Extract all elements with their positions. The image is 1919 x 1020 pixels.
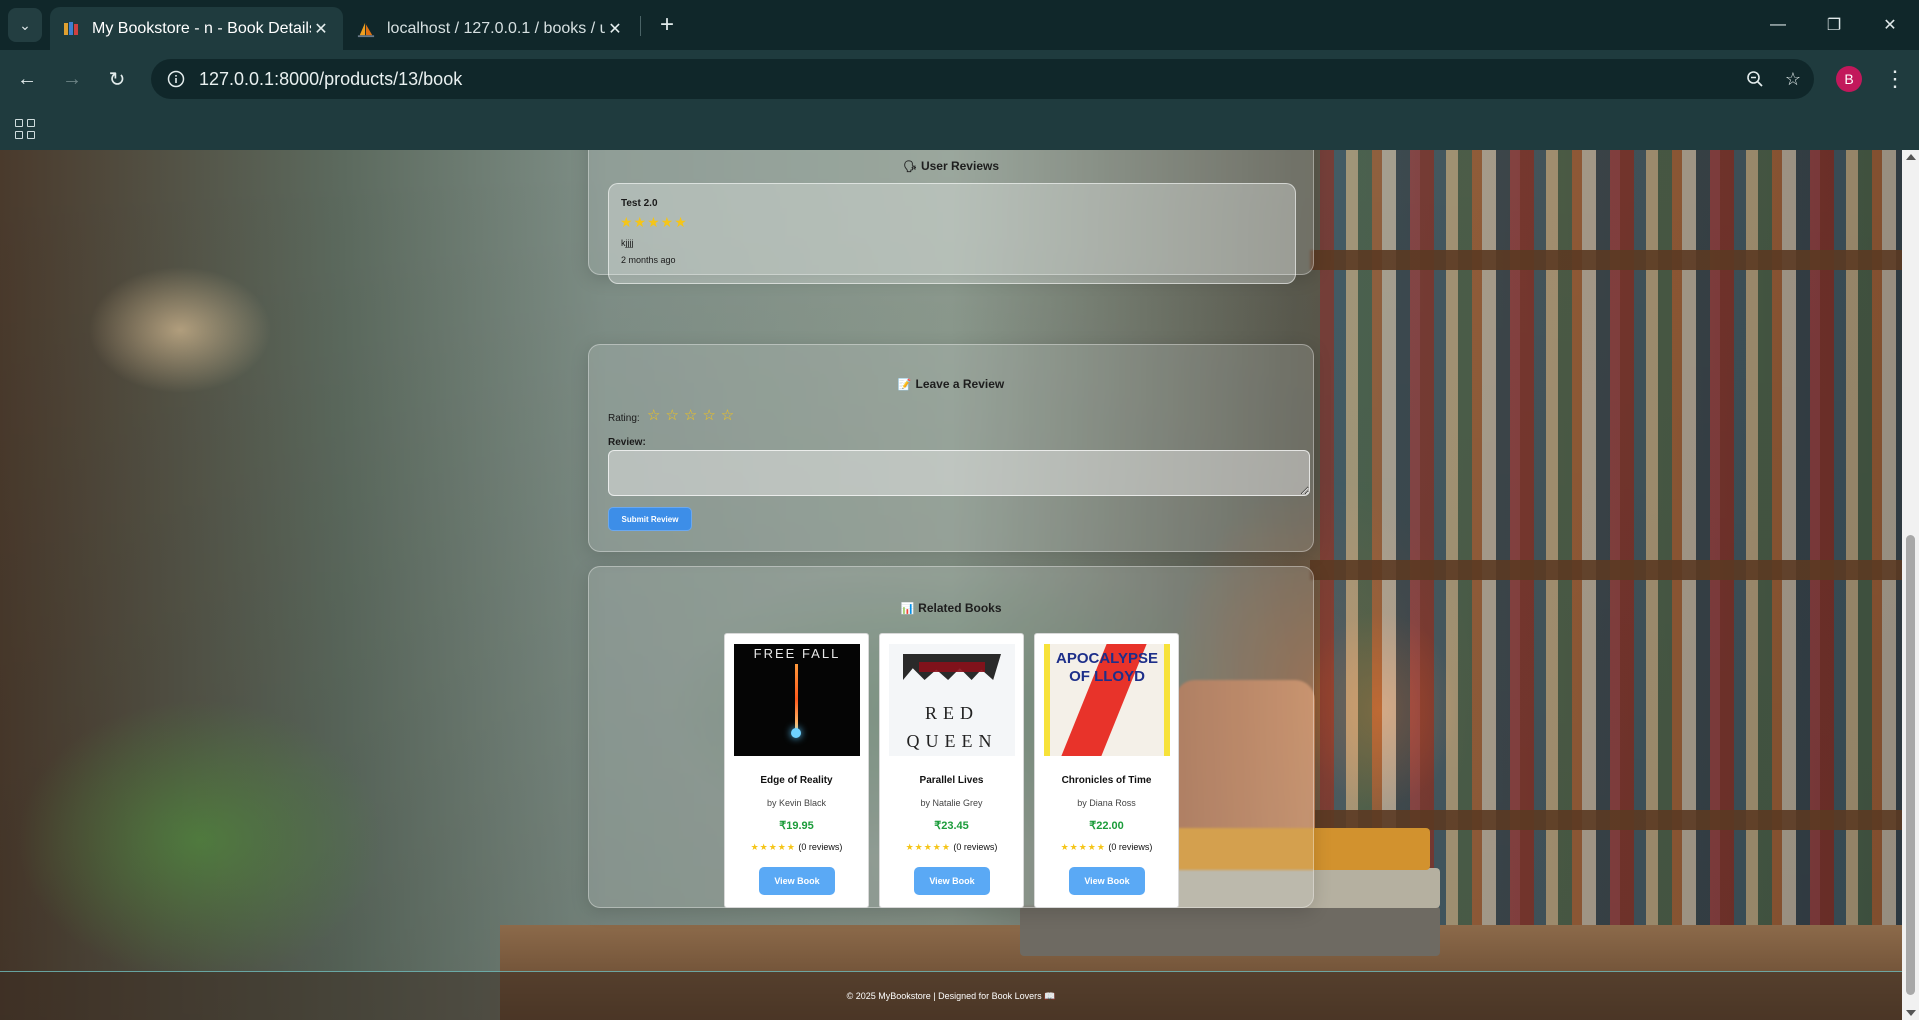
review-username: Test 2.0 (621, 198, 658, 209)
scroll-down-icon[interactable] (1906, 1010, 1916, 1016)
book-author: by Natalie Grey (920, 798, 983, 808)
book-card[interactable]: RED QUEEN Parallel Lives by Natalie Grey… (879, 633, 1024, 908)
view-book-button[interactable]: View Book (1069, 867, 1145, 895)
site-info-icon[interactable] (163, 66, 189, 92)
book-author: by Diana Ross (1077, 798, 1136, 808)
minimize-icon: — (1770, 16, 1786, 33)
close-icon[interactable]: ✕ (311, 19, 331, 39)
book-cover-image[interactable]: FREE FALL (734, 644, 860, 756)
tab-phpmyadmin[interactable]: localhost / 127.0.0.1 / books / u ✕ (345, 7, 637, 50)
arrow-right-icon: → (62, 67, 82, 90)
book-cover-image[interactable]: APOCALYPSE OF LLOYD (1044, 644, 1170, 756)
book-price: ₹23.45 (934, 820, 969, 832)
review-rating-stars: ★★★★★ (620, 214, 688, 230)
chevron-down-icon: ⌄ (19, 16, 31, 33)
scroll-up-icon[interactable] (1906, 154, 1916, 160)
bookmark-star-icon[interactable]: ☆ (1776, 62, 1810, 96)
leave-review-section: 📝 Leave a Review Rating: ☆☆☆☆☆ Review: Su… (588, 344, 1314, 552)
book-rating: ★★★★★ (0 reviews) (1035, 842, 1178, 853)
cover-text: APOCALYPSE OF LLOYD (1056, 650, 1158, 685)
book-title: Edge of Reality (760, 775, 833, 786)
phpmyadmin-sail-icon (357, 20, 375, 38)
review-count: (0 reviews) (1108, 842, 1153, 852)
window-close-button[interactable]: ✕ (1862, 0, 1918, 50)
review-count: (0 reviews) (953, 842, 998, 852)
reload-button[interactable]: ↻ (100, 62, 134, 96)
cover-text: FREE FALL (753, 646, 841, 661)
tab-title: My Bookstore - n - Book Details (92, 19, 311, 37)
speaking-head-icon: 🗣 (902, 161, 917, 173)
close-icon: ✕ (1883, 17, 1897, 34)
bar-chart-icon: 📊 (900, 603, 915, 615)
footer-text: © 2025 MyBookstore | Designed for Book L… (846, 990, 1056, 1001)
page-scrollbar[interactable] (1902, 150, 1919, 1020)
section-title: 📊 Related Books (900, 601, 1002, 615)
forward-button[interactable]: → (55, 62, 89, 96)
book-cover-image[interactable]: RED QUEEN (889, 644, 1015, 756)
tab-bookstore[interactable]: My Bookstore - n - Book Details ✕ (50, 7, 343, 50)
submit-review-button[interactable]: Submit Review (608, 507, 692, 531)
rating-label: Rating: (608, 413, 640, 424)
rating-stars: ★★★★★ (1060, 842, 1106, 852)
related-books-section: 📊 Related Books FREE FALL Edge of Reality… (588, 566, 1314, 908)
tab-title: localhost / 127.0.0.1 / books / u (387, 19, 605, 37)
review-timestamp: 2 months ago (621, 255, 676, 265)
review-card: Test 2.0 ★★★★★ kjjjj 2 months ago (608, 183, 1296, 284)
view-book-button[interactable]: View Book (759, 867, 835, 895)
minimize-button[interactable]: — (1750, 0, 1806, 50)
background-shelf-board (1310, 250, 1902, 270)
apps-grid-icon[interactable] (12, 116, 38, 142)
more-menu-icon[interactable]: ⋮ (1880, 62, 1910, 96)
review-count: (0 reviews) (798, 842, 843, 852)
book-title: Parallel Lives (919, 775, 984, 786)
plus-icon: + (659, 11, 674, 38)
url-text[interactable]: 127.0.0.1:8000/products/13/book (199, 69, 1738, 90)
section-title: 📝 Leave a Review (897, 377, 1005, 391)
bookmarks-bar (0, 108, 1919, 150)
reload-icon: ↻ (108, 68, 126, 91)
review-textarea[interactable] (608, 450, 1310, 496)
book-title: Chronicles of Time (1061, 775, 1152, 786)
user-reviews-section: 🗣 User Reviews Test 2.0 ★★★★★ kjjjj 2 mon… (588, 150, 1314, 284)
background-shelf-board (1310, 810, 1902, 830)
review-label: Review: (608, 437, 646, 448)
arrow-left-icon: ← (17, 67, 37, 90)
rating-stars: ★★★★★ (750, 842, 796, 852)
scrollbar-thumb[interactable] (1906, 535, 1915, 995)
book-price: ₹19.95 (779, 820, 814, 832)
book-price: ₹22.00 (1089, 820, 1124, 832)
address-bar[interactable]: 127.0.0.1:8000/products/13/book ☆ (151, 59, 1814, 99)
cover-text: RED QUEEN (906, 703, 998, 751)
close-icon[interactable]: ✕ (605, 19, 625, 39)
browser-tabbar: ⌄ My Bookstore - n - Book Details ✕ loca… (0, 0, 1919, 50)
rating-star-input[interactable]: ☆☆☆☆☆ (647, 406, 739, 424)
profile-avatar[interactable]: B (1836, 66, 1862, 92)
tab-separator (640, 16, 641, 36)
book-author: by Kevin Black (766, 798, 827, 808)
page-footer: © 2025 MyBookstore | Designed for Book L… (0, 971, 1902, 1020)
rating-stars: ★★★★★ (905, 842, 951, 852)
new-tab-button[interactable]: + (652, 10, 682, 40)
book-card[interactable]: FREE FALL Edge of Reality by Kevin Black… (724, 633, 869, 908)
view-book-button[interactable]: View Book (914, 867, 990, 895)
tab-search-button[interactable]: ⌄ (8, 8, 42, 42)
section-title: 🗣 User Reviews (902, 159, 999, 173)
page-viewport: 🗣 User Reviews Test 2.0 ★★★★★ kjjjj 2 mon… (0, 150, 1902, 1020)
restore-icon: ❐ (1826, 17, 1842, 34)
books-icon (62, 20, 80, 38)
restore-button[interactable]: ❐ (1806, 0, 1862, 50)
memo-icon: 📝 (897, 379, 912, 391)
browser-toolbar: ← → ↻ 127.0.0.1:8000/products/13/book ☆ … (0, 50, 1919, 108)
book-rating: ★★★★★ (0 reviews) (725, 842, 868, 853)
review-text: kjjjj (621, 238, 634, 248)
book-rating: ★★★★★ (0 reviews) (880, 842, 1023, 853)
back-button[interactable]: ← (10, 62, 44, 96)
zoom-icon[interactable] (1738, 62, 1772, 96)
book-card[interactable]: APOCALYPSE OF LLOYD Chronicles of Time b… (1034, 633, 1179, 908)
background-shelf-board (1310, 560, 1902, 580)
